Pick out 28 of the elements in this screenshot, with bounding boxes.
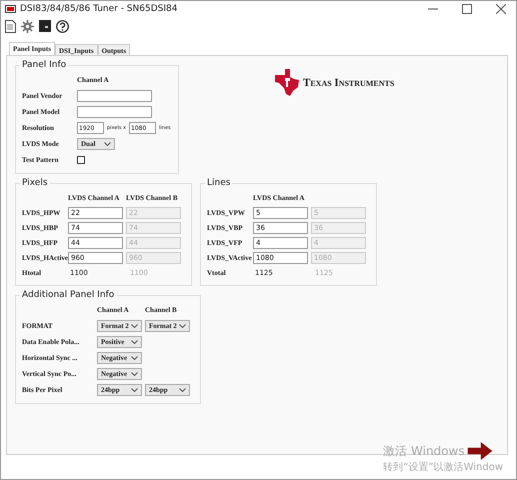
- input-field[interactable]: [77, 90, 152, 102]
- logo-text: Texas Instruments: [303, 77, 394, 89]
- chevron-icon: [131, 388, 138, 392]
- chevron-icon: [104, 142, 111, 146]
- chevron-icon: [131, 340, 138, 344]
- logo-icon: [274, 69, 300, 97]
- group-title: Pixels: [21, 178, 49, 188]
- window-title: DSI83/84/85/86 Tuner - SN65DSI84: [20, 4, 178, 14]
- chevron-icon: [179, 324, 186, 328]
- arrow-icon: [466, 442, 493, 460]
- maximize-icon[interactable]: [462, 4, 472, 14]
- terminal-icon[interactable]: [39, 20, 51, 32]
- chevron-icon: [131, 356, 138, 360]
- document-icon[interactable]: [5, 20, 16, 32]
- chevron-icon: [131, 372, 138, 376]
- help-icon[interactable]: [56, 20, 69, 32]
- app-icon: [5, 4, 16, 14]
- checkbox[interactable]: [77, 156, 85, 164]
- settings-icon[interactable]: [21, 20, 34, 32]
- chevron-icon: [179, 388, 186, 392]
- activation-hint: 转到“设置”以激活Window: [383, 460, 503, 474]
- group-title: Lines: [206, 178, 232, 188]
- activation-title: 激活 Windows: [383, 442, 465, 460]
- input-field[interactable]: [77, 106, 152, 118]
- close-icon[interactable]: [496, 4, 506, 14]
- chevron-icon: [131, 324, 138, 328]
- group-title: Additional Panel Info: [21, 290, 116, 300]
- group-title: Panel Info: [21, 60, 68, 70]
